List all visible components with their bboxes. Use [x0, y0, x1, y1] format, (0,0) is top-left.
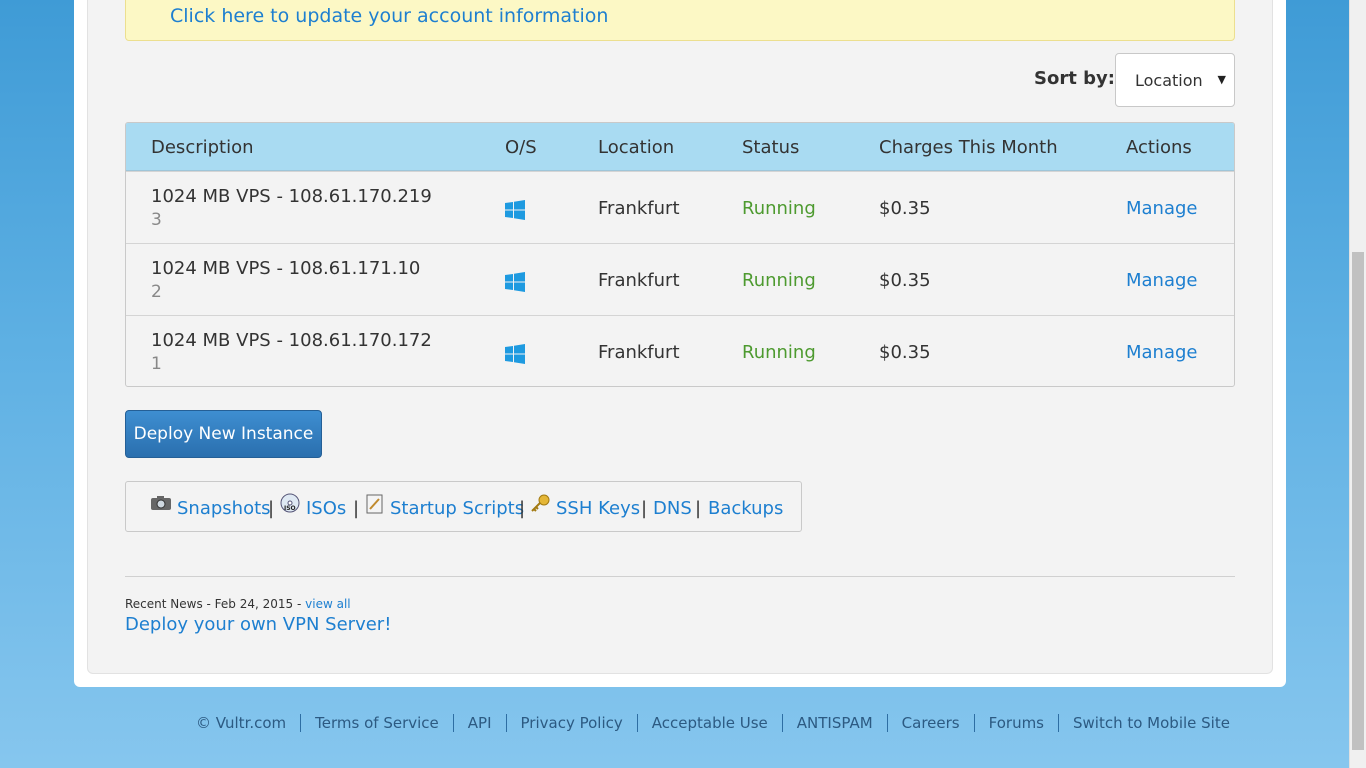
footer-terms-link[interactable]: Terms of Service — [300, 714, 453, 732]
instance-description: 1024 MB VPS - 108.61.170.219 — [151, 186, 432, 207]
instance-status: Running — [742, 342, 816, 363]
backups-link[interactable]: Backups — [708, 498, 783, 519]
footer-antispam-link[interactable]: ANTISPAM — [781, 714, 887, 732]
windows-icon — [505, 344, 525, 364]
footer-links: © Vultr.com Terms of Service API Privacy… — [196, 713, 1244, 733]
header-actions: Actions — [1126, 137, 1192, 158]
script-icon — [366, 494, 383, 514]
instance-charges: $0.35 — [879, 270, 931, 291]
news-meta: Recent News - Feb 24, 2015 - view all — [125, 597, 351, 611]
snapshots-link[interactable]: Snapshots — [177, 498, 271, 519]
divider — [125, 576, 1235, 577]
sort-select[interactable]: Location ▼ — [1115, 53, 1235, 107]
instance-status: Running — [742, 270, 816, 291]
instances-table: Description O/S Location Status Charges … — [125, 122, 1235, 387]
table-row: 1024 MB VPS - 108.61.170.172 1 Frankfurt… — [126, 315, 1234, 386]
footer-privacy-link[interactable]: Privacy Policy — [505, 714, 637, 732]
scrollbar-thumb[interactable] — [1352, 252, 1364, 750]
manage-link[interactable]: Manage — [1126, 198, 1198, 219]
separator: | — [641, 498, 648, 519]
svg-text:ISO: ISO — [284, 505, 296, 512]
header-charges: Charges This Month — [879, 137, 1058, 158]
separator: | — [353, 498, 360, 519]
sort-label: Sort by: — [1034, 68, 1115, 89]
startup-scripts-link[interactable]: Startup Scripts — [390, 498, 524, 519]
table-row: 1024 MB VPS - 108.61.170.219 3 Frankfurt… — [126, 171, 1234, 243]
dns-link[interactable]: DNS — [653, 498, 692, 519]
sort-selected-value: Location — [1135, 71, 1203, 90]
footer-api-link[interactable]: API — [452, 714, 506, 732]
header-description: Description — [151, 137, 254, 158]
windows-icon — [505, 200, 525, 220]
table-header: Description O/S Location Status Charges … — [126, 123, 1234, 171]
instance-description: 1024 MB VPS - 108.61.171.10 — [151, 258, 421, 279]
instance-charges: $0.35 — [879, 342, 931, 363]
instance-label: 3 — [151, 210, 162, 230]
vertical-scrollbar[interactable] — [1349, 0, 1366, 768]
isos-link[interactable]: ISOs — [306, 498, 346, 519]
table-row: 1024 MB VPS - 108.61.171.10 2 Frankfurt … — [126, 243, 1234, 315]
instance-description: 1024 MB VPS - 108.61.170.172 — [151, 330, 432, 351]
update-account-link[interactable]: Click here to update your account inform… — [170, 5, 608, 27]
instance-status: Running — [742, 198, 816, 219]
key-icon — [531, 494, 550, 512]
separator: | — [268, 498, 275, 519]
tools-bar: Snapshots | ISO ISOs | Startup Scripts |… — [125, 481, 802, 532]
separator: | — [519, 498, 526, 519]
deploy-new-instance-button[interactable]: Deploy New Instance — [125, 410, 322, 458]
footer-forums-link[interactable]: Forums — [973, 714, 1058, 732]
instance-charges: $0.35 — [879, 198, 931, 219]
instance-label: 2 — [151, 282, 162, 302]
instance-label: 1 — [151, 354, 162, 374]
header-status: Status — [742, 137, 800, 158]
footer-acceptable-use-link[interactable]: Acceptable Use — [636, 714, 782, 732]
account-alert: Click here to update your account inform… — [125, 0, 1235, 41]
footer-copyright-link[interactable]: © Vultr.com — [196, 714, 300, 732]
instance-location: Frankfurt — [598, 198, 680, 219]
ssh-keys-link[interactable]: SSH Keys — [556, 498, 640, 519]
iso-disc-icon: ISO — [280, 493, 300, 513]
manage-link[interactable]: Manage — [1126, 342, 1198, 363]
header-location: Location — [598, 137, 675, 158]
separator: | — [695, 498, 702, 519]
header-os: O/S — [505, 137, 537, 158]
manage-link[interactable]: Manage — [1126, 270, 1198, 291]
footer-mobile-site-link[interactable]: Switch to Mobile Site — [1058, 714, 1244, 732]
instance-location: Frankfurt — [598, 270, 680, 291]
dropdown-caret-icon: ▼ — [1217, 73, 1226, 86]
news-date: Recent News - Feb 24, 2015 - — [125, 597, 306, 611]
footer-careers-link[interactable]: Careers — [886, 714, 974, 732]
camera-icon — [151, 496, 171, 510]
news-headline-link[interactable]: Deploy your own VPN Server! — [125, 614, 391, 635]
instance-location: Frankfurt — [598, 342, 680, 363]
view-all-news-link[interactable]: view all — [305, 597, 350, 611]
windows-icon — [505, 272, 525, 292]
